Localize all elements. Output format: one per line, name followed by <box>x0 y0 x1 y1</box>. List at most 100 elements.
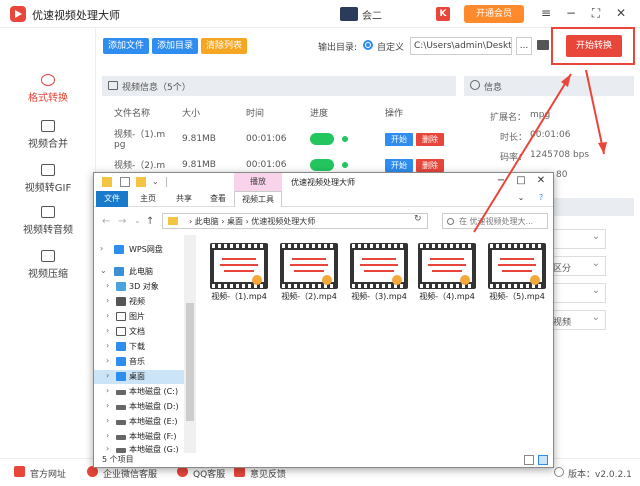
chevron-right-icon[interactable]: › <box>106 311 109 320</box>
chevron-right-icon[interactable]: › <box>106 416 109 425</box>
file-name[interactable]: 视频-（2).mp4 <box>274 291 344 302</box>
explorer-minimize-icon[interactable]: − <box>494 175 508 186</box>
vip-button[interactable]: 开通会员 <box>464 5 524 23</box>
up-icon[interactable]: ↑ <box>146 216 154 227</box>
sidebar-item-format-convert[interactable]: 格式转换 <box>0 74 96 104</box>
sidebar-item-video-to-audio[interactable]: 视频转音频 <box>0 206 96 236</box>
row-toggle[interactable] <box>310 159 334 171</box>
new-folder-icon[interactable] <box>136 177 146 187</box>
tab-share[interactable]: 共享 <box>168 191 200 207</box>
file-thumbnail[interactable] <box>280 243 338 295</box>
chevron-right-icon[interactable]: › <box>100 244 103 253</box>
play-tools-tab[interactable]: 播放 <box>234 173 282 191</box>
chevron-down-icon[interactable]: ⌄ <box>100 266 107 275</box>
explorer-close-icon[interactable]: ✕ <box>534 175 548 186</box>
website-link[interactable]: 官方网址 <box>30 467 66 480</box>
user-avatar-icon[interactable] <box>340 7 358 21</box>
chevron-right-icon[interactable]: › <box>106 341 109 350</box>
file-thumbnail[interactable] <box>210 243 268 295</box>
chevron-right-icon[interactable]: › <box>106 356 109 365</box>
row-toggle[interactable] <box>310 133 334 145</box>
chevron-right-icon[interactable]: › <box>106 296 109 305</box>
nav-item-label: 本地磁盘 (D:) <box>129 402 179 411</box>
nav-item-drive-c[interactable]: › 本地磁盘 (C:) <box>94 385 194 399</box>
open-folder-icon[interactable] <box>537 40 549 50</box>
nav-item-pictures[interactable]: › 图片 <box>94 310 194 324</box>
minimize-icon[interactable]: − <box>563 6 579 20</box>
setting-select-3[interactable] <box>548 283 606 303</box>
explorer-maximize-icon[interactable]: □ <box>514 175 528 186</box>
nav-item-3d[interactable]: › 3D 对象 <box>94 280 194 294</box>
row-delete-button[interactable]: 删除 <box>416 159 444 172</box>
quick-access-dropdown-icon[interactable]: ⌄ <box>152 177 162 187</box>
tab-video-tools[interactable]: 视频工具 <box>234 191 282 207</box>
large-icons-view-icon[interactable] <box>538 455 548 465</box>
setting-select-2[interactable]: 区分 <box>548 256 606 276</box>
chevron-right-icon[interactable]: › <box>106 386 109 395</box>
menu-icon[interactable]: ≡ <box>538 6 554 20</box>
chevron-right-icon[interactable]: › <box>106 326 109 335</box>
file-thumbnail[interactable] <box>418 243 476 295</box>
help-icon[interactable]: ? <box>534 193 548 202</box>
refresh-icon[interactable]: ↻ <box>414 214 422 224</box>
browse-button[interactable]: ... <box>516 37 532 55</box>
file-thumbnail[interactable] <box>488 243 546 295</box>
output-path-input[interactable]: C:\Users\admin\Deskto <box>410 37 512 55</box>
sidebar-item-video-merge[interactable]: 视频合并 <box>0 120 96 150</box>
nav-item-drive-e[interactable]: › 本地磁盘 (E:) <box>94 415 194 429</box>
back-icon[interactable]: ← <box>102 216 110 227</box>
address-bar[interactable]: › 此电脑 › 桌面 › 优速视频处理大师 <box>162 213 428 229</box>
nav-item-desktop[interactable]: › 桌面 <box>94 370 194 384</box>
nav-item-documents[interactable]: › 文档 <box>94 325 194 339</box>
chevron-right-icon[interactable]: › <box>106 431 109 440</box>
close-icon[interactable]: ✕ <box>613 6 629 20</box>
sidebar-item-video-to-gif[interactable]: 视频转GIF <box>0 164 96 194</box>
nav-item-drive-d[interactable]: › 本地磁盘 (D:) <box>94 400 194 414</box>
nav-item-wps[interactable]: › WPS网盘 <box>94 243 194 257</box>
setting-select-1[interactable] <box>548 229 606 249</box>
add-file-button[interactable]: 添加文件 <box>103 38 149 54</box>
file-name[interactable]: 视频-（1).mp4 <box>204 291 274 302</box>
qq-link[interactable]: QQ客服 <box>193 467 225 480</box>
properties-icon[interactable] <box>120 177 130 187</box>
user-name[interactable]: 会二 <box>362 7 382 22</box>
clear-list-button[interactable]: 清除列表 <box>201 38 247 54</box>
row-start-button[interactable]: 开始 <box>385 159 413 172</box>
recent-dropdown-icon[interactable]: ⌄ <box>134 216 141 225</box>
chevron-right-icon[interactable]: › <box>106 281 109 290</box>
row-start-button[interactable]: 开始 <box>385 133 413 146</box>
file-thumbnail[interactable] <box>350 243 408 295</box>
k-badge-icon[interactable]: K <box>436 7 450 21</box>
forward-icon[interactable]: → <box>118 216 126 227</box>
nav-item-music[interactable]: › 音乐 <box>94 355 194 369</box>
feedback-link[interactable]: 意见反馈 <box>250 467 286 480</box>
details-view-icon[interactable] <box>524 455 534 465</box>
custom-radio[interactable] <box>363 40 373 50</box>
ribbon-expand-icon[interactable]: ⌄ <box>514 193 528 202</box>
tab-home[interactable]: 主页 <box>132 191 164 207</box>
nav-item-downloads[interactable]: › 下载 <box>94 340 194 354</box>
nav-scrollbar-thumb[interactable] <box>186 303 194 421</box>
start-convert-button[interactable]: 开始转换 <box>566 35 622 57</box>
nav-item-label: 图片 <box>129 312 145 321</box>
tab-view[interactable]: 查看 <box>202 191 234 207</box>
sidebar-item-video-compress[interactable]: 视频压缩 <box>0 250 96 280</box>
nav-item-this-pc[interactable]: ⌄ 此电脑 <box>94 265 194 279</box>
search-input[interactable]: 在 优速视频处理大... <box>442 213 548 229</box>
chevron-right-icon[interactable]: › <box>106 444 109 453</box>
tab-file[interactable]: 文件 <box>96 191 128 207</box>
file-name[interactable]: 视频-（4).mp4 <box>412 291 482 302</box>
chevron-right-icon[interactable]: › <box>106 401 109 410</box>
file-name[interactable]: 视频-（3).mp4 <box>344 291 414 302</box>
maximize-icon[interactable]: ⛶ <box>588 6 604 21</box>
chevron-right-icon[interactable]: › <box>106 371 109 380</box>
add-dir-button[interactable]: 添加目录 <box>152 38 198 54</box>
row-delete-button[interactable]: 删除 <box>416 133 444 146</box>
file-name[interactable]: 视频-（5).mp4 <box>482 291 552 302</box>
nav-item-videos[interactable]: › 视频 <box>94 295 194 309</box>
nav-item-drive-g[interactable]: › 本地磁盘 (G:) <box>94 443 194 453</box>
nav-item-drive-f[interactable]: › 本地磁盘 (F:) <box>94 430 194 444</box>
title-bar: 优速视频处理大师 会二 K 开通会员 ≡ − ⛶ ✕ <box>0 0 640 28</box>
wechat-link[interactable]: 企业微信客服 <box>103 467 157 480</box>
setting-select-4[interactable]: 视频 <box>548 310 606 330</box>
